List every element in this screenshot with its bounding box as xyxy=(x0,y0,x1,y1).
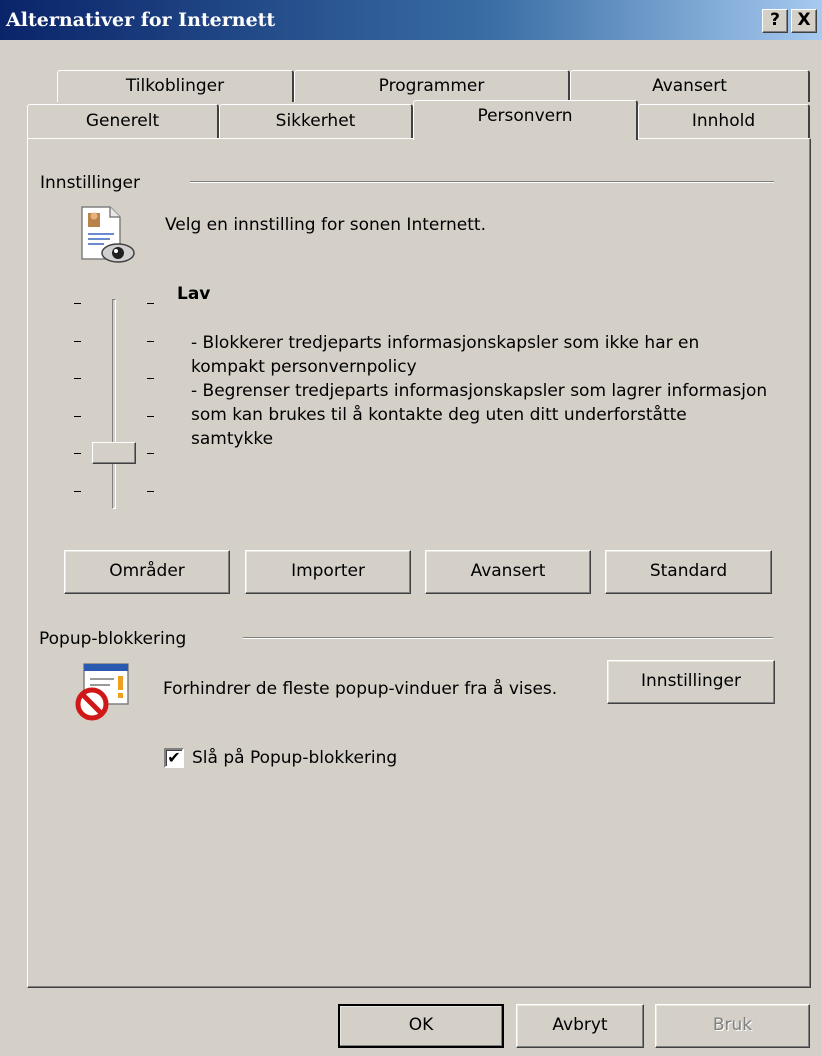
tab-avansert[interactable]: Avansert xyxy=(570,70,810,102)
tab-tilkoblinger[interactable]: Tilkoblinger xyxy=(57,70,294,102)
apply-button[interactable]: Bruk xyxy=(655,1004,810,1048)
tab-programmer[interactable]: Programmer xyxy=(294,70,570,102)
settings-intro-text: Velg en innstilling for sonen Internett. xyxy=(165,215,486,235)
settings-group-label: Innstillinger xyxy=(40,173,140,193)
slider-tick xyxy=(147,453,154,455)
ok-button-label: OK xyxy=(408,1015,434,1035)
slider-tick xyxy=(147,378,154,380)
slider-tick xyxy=(74,415,81,417)
slider-track xyxy=(112,299,116,509)
slider-thumb[interactable] xyxy=(92,442,136,465)
apply-button-label: Bruk xyxy=(712,1015,753,1035)
tab-personvern[interactable]: Personvern xyxy=(413,100,638,140)
slider-tick xyxy=(74,303,81,304)
slider-tick xyxy=(74,491,81,492)
privacy-document-icon xyxy=(78,205,138,267)
ok-button[interactable]: OK xyxy=(338,1004,504,1048)
slider-tick xyxy=(147,340,154,342)
slider-tick xyxy=(74,340,81,342)
privacy-level-name: Lav xyxy=(177,284,211,304)
slider-tick xyxy=(74,453,81,455)
slider-tick xyxy=(147,303,154,304)
tab-innhold[interactable]: Innhold xyxy=(638,104,810,138)
close-button[interactable]: X xyxy=(791,9,817,33)
cancel-button-label: Avbryt xyxy=(552,1015,608,1035)
tab-sikkerhet[interactable]: Sikkerhet xyxy=(219,104,413,138)
privacy-level-slider[interactable] xyxy=(68,285,168,519)
slider-tick xyxy=(147,415,154,417)
cancel-button[interactable]: Avbryt xyxy=(516,1004,644,1048)
slider-tick xyxy=(147,491,154,492)
tab-panel: Innstillinger Velg en innstilling for so… xyxy=(27,138,811,988)
tab-generelt[interactable]: Generelt xyxy=(27,104,219,138)
settings-group-line xyxy=(190,181,774,183)
help-button[interactable]: ? xyxy=(762,9,788,33)
title-bar[interactable]: Alternativer for Internett ? X xyxy=(0,0,822,40)
window-title: Alternativer for Internett xyxy=(6,9,276,31)
slider-tick xyxy=(74,378,81,380)
